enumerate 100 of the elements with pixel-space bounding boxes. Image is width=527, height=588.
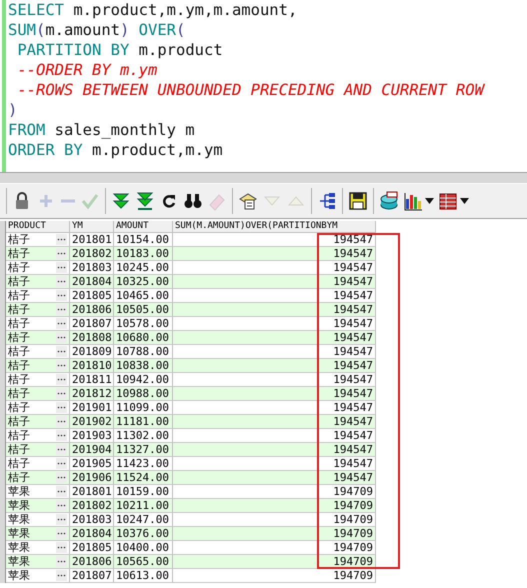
toolbar-button[interactable] xyxy=(403,190,434,212)
database-icon xyxy=(379,191,399,211)
ellipsis-icon xyxy=(57,294,66,297)
cell-text: 桔子 xyxy=(8,289,30,302)
cell-text: 桔子 xyxy=(8,359,30,372)
sql-text: m.product,m.ym xyxy=(90,141,223,159)
ellipsis-button[interactable] xyxy=(56,444,67,455)
ellipsis-button[interactable] xyxy=(56,416,67,427)
ellipsis-icon xyxy=(57,420,66,423)
ellipsis-icon xyxy=(57,350,66,353)
cell-text: 桔子 xyxy=(8,443,30,456)
sql-keyword: OVER xyxy=(138,21,176,39)
ellipsis-button[interactable] xyxy=(56,430,67,441)
ellipsis-icon xyxy=(57,266,66,269)
ellipsis-button[interactable] xyxy=(56,528,67,539)
ellipsis-button[interactable] xyxy=(56,402,67,413)
ellipsis-button[interactable] xyxy=(56,248,67,259)
ellipsis-icon xyxy=(57,518,66,521)
cell-text: 桔子 xyxy=(8,387,30,400)
binoculars-icon xyxy=(183,191,203,211)
sql-text: m.amount xyxy=(45,21,120,39)
ellipsis-icon xyxy=(57,476,66,479)
ellipsis-button[interactable] xyxy=(56,486,67,497)
ellipsis-button[interactable] xyxy=(56,514,67,525)
tree-icon xyxy=(317,191,337,211)
ellipsis-icon xyxy=(57,322,66,325)
ellipsis-button[interactable] xyxy=(56,346,67,357)
ellipsis-icon xyxy=(57,364,66,367)
sql-text: ( xyxy=(176,21,186,39)
cell-text: 桔子 xyxy=(8,429,30,442)
cell-text: 桔子 xyxy=(8,275,30,288)
cell-text: 桔子 xyxy=(8,303,30,316)
double-arrow-down-icon xyxy=(111,191,131,211)
ellipsis-icon xyxy=(57,532,66,535)
table-icon xyxy=(438,191,458,211)
splitter-bar[interactable] xyxy=(0,172,527,184)
cell-text: 苹果 xyxy=(8,527,30,540)
ellipsis-button[interactable] xyxy=(56,556,67,567)
cell-text: 桔子 xyxy=(8,233,30,246)
ellipsis-button[interactable] xyxy=(56,262,67,273)
ellipsis-button[interactable] xyxy=(56,234,67,245)
cell-text: 桔子 xyxy=(8,457,30,470)
cell-text: 苹果 xyxy=(8,513,30,526)
sql-text: ( xyxy=(36,21,46,39)
ellipsis-icon xyxy=(57,392,66,395)
ellipsis-button[interactable] xyxy=(56,570,67,581)
table-cell: 201807 xyxy=(70,569,114,583)
arrow-down-bar-icon xyxy=(135,191,155,211)
ellipsis-icon xyxy=(57,406,66,409)
sql-text: m.product,m.ym,m.amount, xyxy=(72,1,298,19)
ellipsis-icon xyxy=(57,574,66,577)
ellipsis-icon xyxy=(57,308,66,311)
cell-text: 苹果 xyxy=(8,541,30,554)
toolbar-button[interactable] xyxy=(317,190,337,212)
toolbar-button[interactable] xyxy=(135,190,155,212)
ellipsis-button[interactable] xyxy=(56,374,67,385)
ellipsis-icon xyxy=(57,504,66,507)
ellipsis-button[interactable] xyxy=(56,304,67,315)
cell-text: 苹果 xyxy=(8,499,30,512)
document-stack-icon xyxy=(238,191,258,211)
header-corner xyxy=(0,221,6,233)
toolbar-button[interactable] xyxy=(348,190,368,212)
ellipsis-button[interactable] xyxy=(56,360,67,371)
ellipsis-icon xyxy=(57,238,66,241)
sql-text: ) xyxy=(120,21,130,39)
cell-text: 桔子 xyxy=(8,331,30,344)
ellipsis-button[interactable] xyxy=(56,290,67,301)
ellipsis-button[interactable] xyxy=(56,542,67,553)
ellipsis-button[interactable] xyxy=(56,318,67,329)
cell-text: 苹果 xyxy=(8,555,30,568)
sql-text: sales_monthly m xyxy=(54,121,195,139)
ellipsis-icon xyxy=(57,280,66,283)
cell-text: 桔子 xyxy=(8,415,30,428)
ellipsis-button[interactable] xyxy=(56,276,67,287)
sql-keyword: PARTITION BY xyxy=(16,41,130,59)
sql-keyword: ORDER BY xyxy=(8,141,83,159)
ellipsis-icon xyxy=(57,560,66,563)
ellipsis-button[interactable] xyxy=(56,500,67,511)
toolbar-button[interactable] xyxy=(379,190,399,212)
bar-chart-icon xyxy=(403,191,423,211)
ellipsis-button[interactable] xyxy=(56,388,67,399)
cell-text: 桔子 xyxy=(8,317,30,330)
ellipsis-button[interactable] xyxy=(56,472,67,483)
cell-text: 桔子 xyxy=(8,401,30,414)
ellipsis-button[interactable] xyxy=(56,332,67,343)
minus-icon xyxy=(60,199,76,203)
sql-keyword: FROM xyxy=(8,121,46,139)
ellipsis-button[interactable] xyxy=(56,458,67,469)
sql-text: ) xyxy=(8,101,18,119)
cell-text: 桔子 xyxy=(8,373,30,386)
ellipsis-icon xyxy=(57,434,66,437)
table-cell: 10613.00 xyxy=(114,569,173,583)
sql-comment: --ORDER BY m.ym xyxy=(16,61,158,79)
cell-text: 桔子 xyxy=(8,261,30,274)
cell-text: 桔子 xyxy=(8,247,30,260)
cell-text: 桔子 xyxy=(8,345,30,358)
ellipsis-icon xyxy=(57,546,66,549)
cell-text: 苹果 xyxy=(8,485,30,498)
sql-keyword: SUM xyxy=(8,21,36,39)
ellipsis-icon xyxy=(57,462,66,465)
